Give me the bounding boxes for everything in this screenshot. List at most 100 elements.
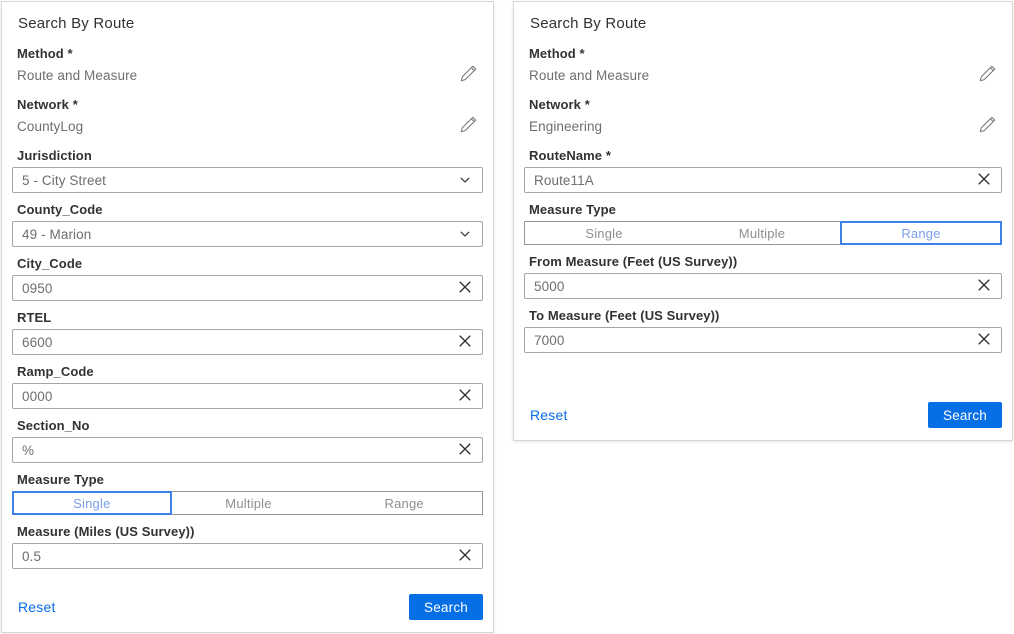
ramp-code-label: Ramp_Code	[17, 363, 483, 380]
panel-footer: Reset Search	[524, 402, 1002, 428]
city-code-label: City_Code	[17, 255, 483, 272]
to-measure-input-wrap	[524, 327, 1002, 353]
panel-title: Search By Route	[18, 15, 483, 33]
to-measure-input[interactable]	[534, 333, 970, 348]
rtel-field: RTEL	[12, 309, 483, 355]
from-measure-input[interactable]	[534, 279, 970, 294]
method-field: Method * Route and Measure	[524, 45, 1002, 84]
clear-from-measure-button[interactable]	[976, 278, 992, 294]
method-value: Route and Measure	[529, 68, 649, 83]
measure-type-option-range[interactable]: Range	[326, 492, 482, 514]
reset-link[interactable]: Reset	[530, 407, 568, 423]
measure-input[interactable]	[22, 549, 451, 564]
search-panel-countylog: Search By Route Method * Route and Measu…	[1, 1, 494, 633]
to-measure-field: To Measure (Feet (US Survey))	[524, 307, 1002, 353]
clear-to-measure-button[interactable]	[976, 332, 992, 348]
pencil-icon	[979, 116, 996, 136]
panel-title: Search By Route	[530, 15, 1002, 33]
reset-link[interactable]: Reset	[18, 599, 56, 615]
network-value: Engineering	[529, 119, 602, 134]
method-value: Route and Measure	[17, 68, 137, 83]
close-icon	[977, 332, 991, 349]
network-field: Network * CountyLog	[12, 96, 483, 135]
edit-network-button[interactable]	[978, 117, 996, 135]
network-label: Network *	[17, 96, 483, 113]
county-code-field: County_Code 49 - Marion	[12, 201, 483, 247]
rtel-input[interactable]	[22, 335, 451, 350]
close-icon	[458, 548, 472, 565]
measure-type-field: Measure Type Single Multiple Range	[524, 201, 1002, 245]
jurisdiction-selected-value: 5 - City Street	[22, 173, 106, 188]
pencil-icon	[460, 65, 477, 85]
measure-type-label: Measure Type	[17, 471, 483, 488]
method-label: Method *	[17, 45, 483, 62]
measure-field: Measure (Miles (US Survey))	[12, 523, 483, 569]
clear-city-code-button[interactable]	[457, 280, 473, 296]
jurisdiction-select[interactable]: 5 - City Street	[12, 167, 483, 193]
search-button[interactable]: Search	[409, 594, 483, 620]
close-icon	[458, 388, 472, 405]
from-measure-label: From Measure (Feet (US Survey))	[529, 253, 1002, 270]
close-icon	[977, 172, 991, 189]
measure-input-wrap	[12, 543, 483, 569]
network-value: CountyLog	[17, 119, 83, 134]
county-code-select[interactable]: 49 - Marion	[12, 221, 483, 247]
jurisdiction-field: Jurisdiction 5 - City Street	[12, 147, 483, 193]
from-measure-field: From Measure (Feet (US Survey))	[524, 253, 1002, 299]
pencil-icon	[460, 116, 477, 136]
close-icon	[458, 442, 472, 459]
rtel-input-wrap	[12, 329, 483, 355]
section-no-input[interactable]	[22, 443, 451, 458]
ramp-code-input[interactable]	[22, 389, 451, 404]
measure-label: Measure (Miles (US Survey))	[17, 523, 483, 540]
section-no-input-wrap	[12, 437, 483, 463]
close-icon	[458, 334, 472, 351]
network-field: Network * Engineering	[524, 96, 1002, 135]
measure-type-option-single[interactable]: Single	[12, 491, 172, 515]
search-panel-engineering: Search By Route Method * Route and Measu…	[513, 1, 1013, 441]
clear-ramp-code-button[interactable]	[457, 388, 473, 404]
measure-type-option-multiple[interactable]: Multiple	[171, 492, 327, 514]
pencil-icon	[979, 65, 996, 85]
measure-type-option-single[interactable]: Single	[525, 222, 683, 244]
city-code-field: City_Code	[12, 255, 483, 301]
panel-footer: Reset Search	[12, 594, 483, 620]
route-name-label: RouteName *	[529, 147, 1002, 164]
jurisdiction-label: Jurisdiction	[17, 147, 483, 164]
measure-type-field: Measure Type Single Multiple Range	[12, 471, 483, 515]
county-code-label: County_Code	[17, 201, 483, 218]
close-icon	[977, 278, 991, 295]
clear-measure-button[interactable]	[457, 548, 473, 564]
route-name-input-wrap	[524, 167, 1002, 193]
edit-network-button[interactable]	[459, 117, 477, 135]
measure-type-segmented-control: Single Multiple Range	[12, 491, 483, 515]
from-measure-input-wrap	[524, 273, 1002, 299]
rtel-label: RTEL	[17, 309, 483, 326]
clear-route-name-button[interactable]	[976, 172, 992, 188]
route-name-input[interactable]	[534, 173, 970, 188]
close-icon	[458, 280, 472, 297]
edit-method-button[interactable]	[978, 66, 996, 84]
to-measure-label: To Measure (Feet (US Survey))	[529, 307, 1002, 324]
chevron-down-icon	[457, 172, 473, 188]
route-name-field: RouteName *	[524, 147, 1002, 193]
city-code-input[interactable]	[22, 281, 451, 296]
clear-rtel-button[interactable]	[457, 334, 473, 350]
measure-type-segmented-control: Single Multiple Range	[524, 221, 1002, 245]
measure-type-option-multiple[interactable]: Multiple	[683, 222, 841, 244]
chevron-down-icon	[457, 226, 473, 242]
ramp-code-field: Ramp_Code	[12, 363, 483, 409]
clear-section-no-button[interactable]	[457, 442, 473, 458]
ramp-code-input-wrap	[12, 383, 483, 409]
edit-method-button[interactable]	[459, 66, 477, 84]
section-no-label: Section_No	[17, 417, 483, 434]
city-code-input-wrap	[12, 275, 483, 301]
method-label: Method *	[529, 45, 1002, 62]
search-button[interactable]: Search	[928, 402, 1002, 428]
county-code-selected-value: 49 - Marion	[22, 227, 91, 242]
measure-type-option-range[interactable]: Range	[840, 221, 1002, 245]
search-by-route-screen: Search By Route Method * Route and Measu…	[0, 0, 1014, 634]
network-label: Network *	[529, 96, 1002, 113]
method-field: Method * Route and Measure	[12, 45, 483, 84]
measure-type-label: Measure Type	[529, 201, 1002, 218]
